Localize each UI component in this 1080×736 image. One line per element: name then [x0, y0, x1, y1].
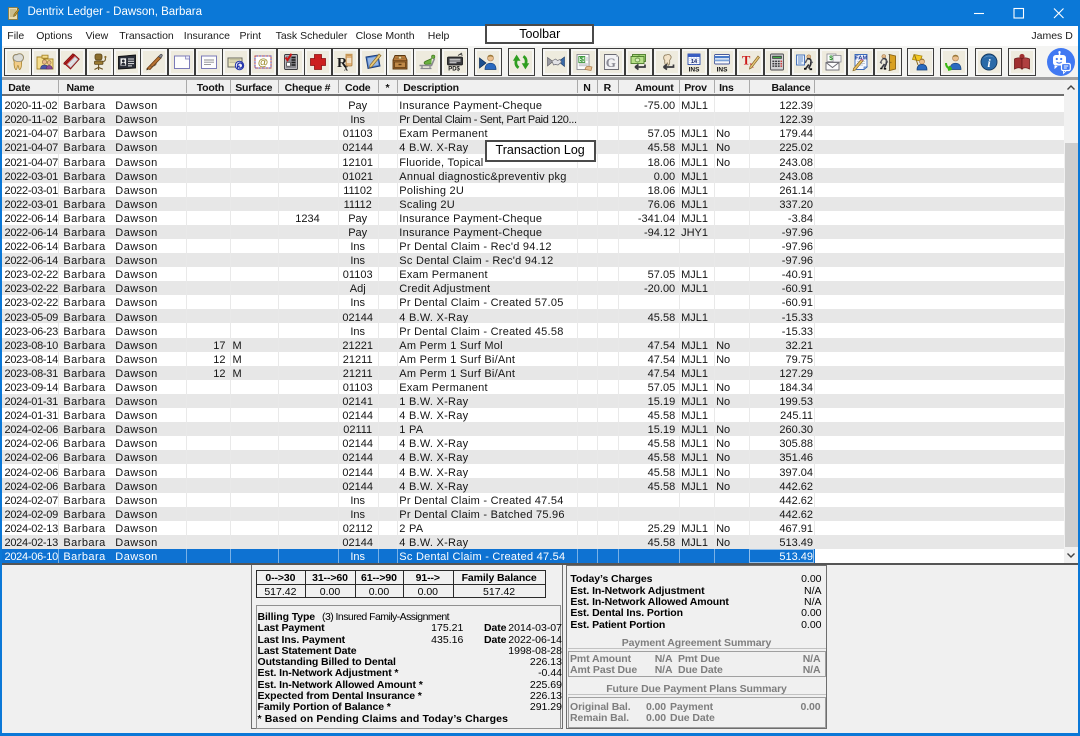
svg-text:INS: INS — [689, 66, 701, 72]
svg-text:@: @ — [258, 56, 268, 68]
svg-text:14: 14 — [691, 59, 698, 65]
svg-text:x: x — [344, 63, 348, 72]
svg-text:$: $ — [579, 56, 583, 63]
svg-text:INS: INS — [717, 66, 729, 72]
svg-text:PD$: PD$ — [448, 66, 460, 71]
svg-text:G: G — [606, 54, 616, 69]
svg-text:$: $ — [829, 55, 833, 62]
